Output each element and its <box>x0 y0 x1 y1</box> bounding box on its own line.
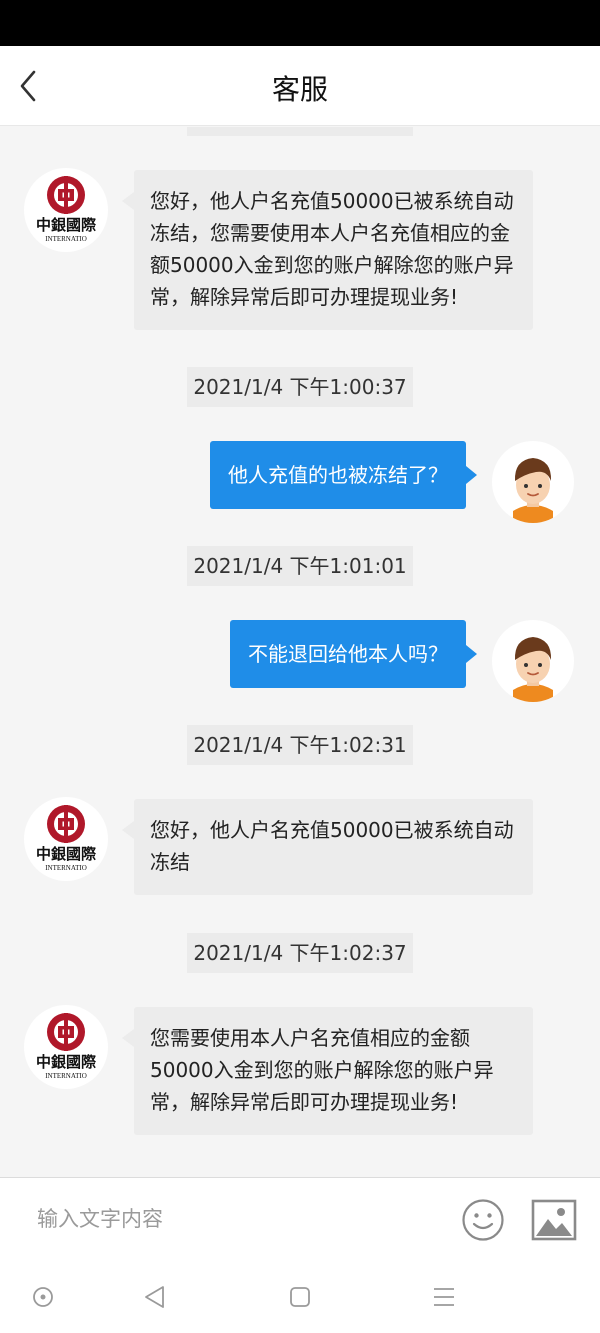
chat-area[interactable]: 中銀國際 INTERNATIO 您好，他人户名充值50000已被系统自动冻结，您… <box>0 127 600 1177</box>
incoming-message[interactable]: 您好，他人户名充值50000已被系统自动冻结，您需要使用本人户名充值相应的金额5… <box>122 170 533 330</box>
system-menu-button[interactable] <box>430 1283 458 1311</box>
outgoing-message[interactable]: 他人充值的也被冻结了？ <box>210 441 477 509</box>
timestamp: 2021/1/4 下午1:00:37 <box>187 367 413 407</box>
system-home-button[interactable] <box>286 1283 314 1311</box>
incoming-message[interactable]: 您好，他人户名充值50000已被系统自动冻结 <box>122 799 533 895</box>
boy-avatar-icon <box>513 637 553 702</box>
nav-bar: 客服 <box>0 46 600 126</box>
bank-logo-subtext: INTERNATIO <box>45 864 87 872</box>
emoji-button[interactable] <box>461 1198 505 1242</box>
bank-logo-subtext: INTERNATIO <box>45 1072 87 1080</box>
message-input[interactable] <box>20 1196 440 1242</box>
bank-logo-icon: 中銀國際 INTERNATIO <box>36 805 97 872</box>
timestamp: 2021/1/4 下午1:02:31 <box>187 725 413 765</box>
image-icon <box>531 1199 577 1241</box>
bank-logo-name: 中銀國際 <box>36 1053 97 1071</box>
triangle-back-icon <box>145 1286 164 1308</box>
bank-logo-subtext: INTERNATIO <box>45 235 87 243</box>
system-assist-button[interactable] <box>29 1283 57 1311</box>
status-bar <box>0 0 600 46</box>
timestamp-partial <box>187 127 413 136</box>
bank-logo-icon: 中銀國際 INTERNATIO <box>36 176 97 243</box>
page-title: 客服 <box>271 73 328 106</box>
agent-avatar[interactable]: 中銀國際 INTERNATIO <box>24 797 108 881</box>
image-button[interactable] <box>531 1199 577 1241</box>
circle-icon <box>33 1287 53 1307</box>
timestamp: 2021/1/4 下午1:02:37 <box>187 933 413 973</box>
system-nav-bar <box>0 1261 600 1333</box>
bank-logo-name: 中銀國際 <box>36 216 97 234</box>
agent-avatar[interactable]: 中銀國際 INTERNATIO <box>24 1005 108 1089</box>
square-home-icon <box>290 1287 310 1307</box>
agent-avatar[interactable]: 中銀國際 INTERNATIO <box>24 168 108 252</box>
boy-avatar-icon <box>513 458 553 523</box>
menu-lines-icon <box>434 1288 454 1306</box>
input-bar <box>0 1177 600 1261</box>
bank-logo-name: 中銀國際 <box>36 845 97 863</box>
outgoing-message[interactable]: 不能退回给他本人吗？ <box>230 620 477 688</box>
timestamp: 2021/1/4 下午1:01:01 <box>187 546 413 586</box>
user-avatar[interactable] <box>492 620 574 702</box>
user-avatar[interactable] <box>492 441 574 523</box>
system-back-button[interactable] <box>141 1283 169 1311</box>
incoming-message[interactable]: 您需要使用本人户名充值相应的金额50000入金到您的账户解除您的账户异常，解除异… <box>122 1007 533 1135</box>
smiley-icon <box>462 1199 504 1241</box>
bank-logo-icon: 中銀國際 INTERNATIO <box>36 1013 97 1080</box>
